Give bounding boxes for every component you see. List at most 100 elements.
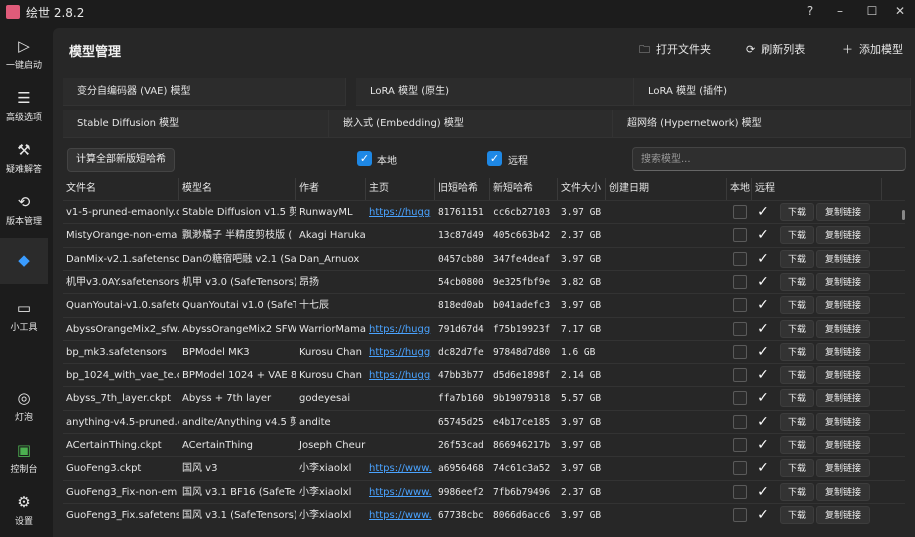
sidebar-item-tools[interactable]: ▭ 小工具 [0, 298, 48, 342]
remote-check-icon[interactable]: ✓ [756, 413, 770, 431]
download-button[interactable]: 下载 [780, 389, 814, 408]
local-checkbox[interactable]: ✓ [357, 151, 372, 166]
download-button[interactable]: 下载 [780, 296, 814, 315]
table-row[interactable]: GuoFeng3_Fix-non-em 国风 v3.1 BF16 (SafeTer… [63, 479, 905, 504]
table-row[interactable]: bp_mk3.safetensors BPModel MK3 Kurosu Chan… [63, 339, 905, 364]
local-row-checkbox[interactable] [733, 228, 747, 243]
copy-link-button[interactable]: 复制链接 [816, 249, 870, 268]
remote-check-icon[interactable]: ✓ [756, 366, 770, 384]
add-model-button[interactable]: ＋ 添加模型 [842, 41, 903, 57]
sidebar-item-bulb[interactable]: ◎ 灯泡 [0, 388, 48, 432]
search-input[interactable] [632, 147, 906, 171]
table-row[interactable]: QuanYoutai-v1.0.safete QuanYoutai v1.0 (S… [63, 293, 905, 317]
download-button[interactable]: 下载 [780, 412, 814, 431]
local-row-checkbox[interactable] [733, 251, 747, 266]
local-row-checkbox[interactable] [733, 414, 747, 429]
copy-link-button[interactable]: 复制链接 [816, 459, 870, 478]
sidebar-item-settings[interactable]: ⚙ 设置 [0, 492, 48, 536]
homepage-link[interactable] [366, 294, 435, 317]
tab-lora-native[interactable]: LoRA 模型 (原生) [356, 78, 634, 106]
sidebar-item-launch[interactable]: ▷ 一键启动 [0, 36, 48, 80]
column-header[interactable]: 本地 [727, 178, 752, 200]
column-header[interactable]: 文件大小 [558, 178, 606, 200]
homepage-link[interactable]: https://hugg [366, 201, 435, 224]
local-row-checkbox[interactable] [733, 321, 747, 336]
local-row-checkbox[interactable] [733, 274, 747, 289]
calc-hash-button[interactable]: 计算全部新版短哈希 [67, 148, 175, 172]
table-row[interactable]: anything-v4.5-pruned.c andite/Anything v4… [63, 409, 905, 434]
copy-link-button[interactable]: 复制链接 [816, 342, 870, 361]
remote-check-icon[interactable]: ✓ [756, 296, 770, 314]
table-row[interactable]: bp_1024_with_vae_te.cl BPModel 1024 + VAE… [63, 363, 905, 387]
copy-link-button[interactable]: 复制链接 [816, 272, 870, 291]
copy-link-button[interactable]: 复制链接 [816, 319, 870, 338]
homepage-link[interactable]: https://hugg [366, 341, 435, 364]
sidebar-item-models[interactable]: ◆ [0, 238, 48, 284]
tab-stable-diffusion[interactable]: Stable Diffusion 模型 [63, 110, 329, 138]
remote-check-icon[interactable]: ✓ [756, 506, 770, 524]
tab-lora-plugin[interactable]: LoRA 模型 (插件) [634, 78, 911, 106]
column-header[interactable]: 远程 [752, 178, 882, 200]
remote-checkbox[interactable]: ✓ [487, 151, 502, 166]
column-header[interactable]: 作者 [296, 178, 366, 200]
table-row[interactable]: GuoFeng3_Fix.safetens 国风 v3.1 (SafeTensor… [63, 502, 905, 527]
download-button[interactable]: 下载 [780, 203, 814, 221]
column-header[interactable]: 创建日期 [606, 178, 727, 200]
local-row-checkbox[interactable] [733, 461, 747, 476]
remote-check-icon[interactable]: ✓ [756, 250, 770, 268]
copy-link-button[interactable]: 复制链接 [816, 389, 870, 408]
sidebar-item-advanced[interactable]: ☰ 高级选项 [0, 88, 48, 132]
maximize-button[interactable]: ☐ [857, 2, 887, 20]
sidebar-item-troubleshoot[interactable]: ⚒ 疑难解答 [0, 140, 48, 184]
local-row-checkbox[interactable] [733, 205, 747, 219]
remote-check-icon[interactable]: ✓ [756, 343, 770, 361]
tab-hypernetwork[interactable]: 超网络 (Hypernetwork) 模型 [613, 110, 911, 138]
download-button[interactable]: 下载 [780, 272, 814, 291]
remote-check-icon[interactable]: ✓ [756, 459, 770, 477]
remote-check-icon[interactable]: ✓ [756, 483, 770, 501]
homepage-link[interactable] [366, 411, 435, 434]
download-button[interactable]: 下载 [780, 366, 814, 385]
homepage-link[interactable]: https://www. [366, 504, 435, 527]
sidebar-item-version[interactable]: ⟲ 版本管理 [0, 192, 48, 236]
close-button[interactable]: ✕ [885, 2, 915, 20]
homepage-link[interactable]: https://www. [366, 481, 435, 504]
table-row[interactable]: AbyssOrangeMix2_sfw. AbyssOrangeMix2 SFW W… [63, 316, 905, 341]
refresh-button[interactable]: ⟳ 刷新列表 [746, 41, 805, 57]
copy-link-button[interactable]: 复制链接 [816, 203, 870, 221]
download-button[interactable]: 下载 [780, 226, 814, 245]
local-row-checkbox[interactable] [733, 438, 747, 452]
column-header[interactable]: 主页 [366, 178, 435, 200]
remote-check-icon[interactable]: ✓ [756, 389, 770, 407]
download-button[interactable]: 下载 [780, 319, 814, 338]
local-row-checkbox[interactable] [733, 391, 747, 406]
local-row-checkbox[interactable] [733, 298, 747, 313]
homepage-link[interactable]: https://hugg [366, 364, 435, 387]
table-row[interactable]: v1-5-pruned-emaonly.c Stable Diffusion v1… [63, 200, 905, 224]
tab-embedding[interactable]: 嵌入式 (Embedding) 模型 [329, 110, 613, 138]
download-button[interactable]: 下载 [780, 342, 814, 361]
homepage-link[interactable]: https://www. [366, 457, 435, 480]
copy-link-button[interactable]: 复制链接 [816, 226, 870, 245]
table-row[interactable]: ACertainThing.ckpt ACertainThing Joseph Ch… [63, 433, 905, 457]
copy-link-button[interactable]: 复制链接 [816, 482, 870, 501]
local-row-checkbox[interactable] [733, 507, 747, 522]
homepage-link[interactable] [366, 271, 435, 294]
download-button[interactable]: 下载 [780, 482, 814, 501]
remote-check-icon[interactable]: ✓ [756, 226, 770, 244]
open-folder-button[interactable]: 🗀 打开文件夹 [639, 41, 711, 60]
copy-link-button[interactable]: 复制链接 [816, 412, 870, 431]
table-row[interactable]: GuoFeng3.ckpt 国风 v3 小李xiaolxl https://www. a… [63, 456, 905, 480]
table-row[interactable]: 机甲v3.0AY.safetensors 机甲 v3.0 (SafeTensors… [63, 269, 905, 294]
homepage-link[interactable]: https://hugg [366, 318, 435, 341]
copy-link-button[interactable]: 复制链接 [816, 366, 870, 385]
sidebar-item-console[interactable]: ▣ 控制台 [0, 440, 48, 484]
minimize-button[interactable]: – [825, 2, 855, 20]
table-scrollbar[interactable] [902, 210, 905, 220]
homepage-link[interactable] [366, 224, 435, 247]
column-header[interactable]: 旧短哈希 [435, 178, 490, 200]
download-button[interactable]: 下载 [780, 459, 814, 478]
column-header[interactable]: 模型名 [179, 178, 296, 200]
download-button[interactable]: 下载 [780, 249, 814, 268]
homepage-link[interactable] [366, 248, 435, 271]
